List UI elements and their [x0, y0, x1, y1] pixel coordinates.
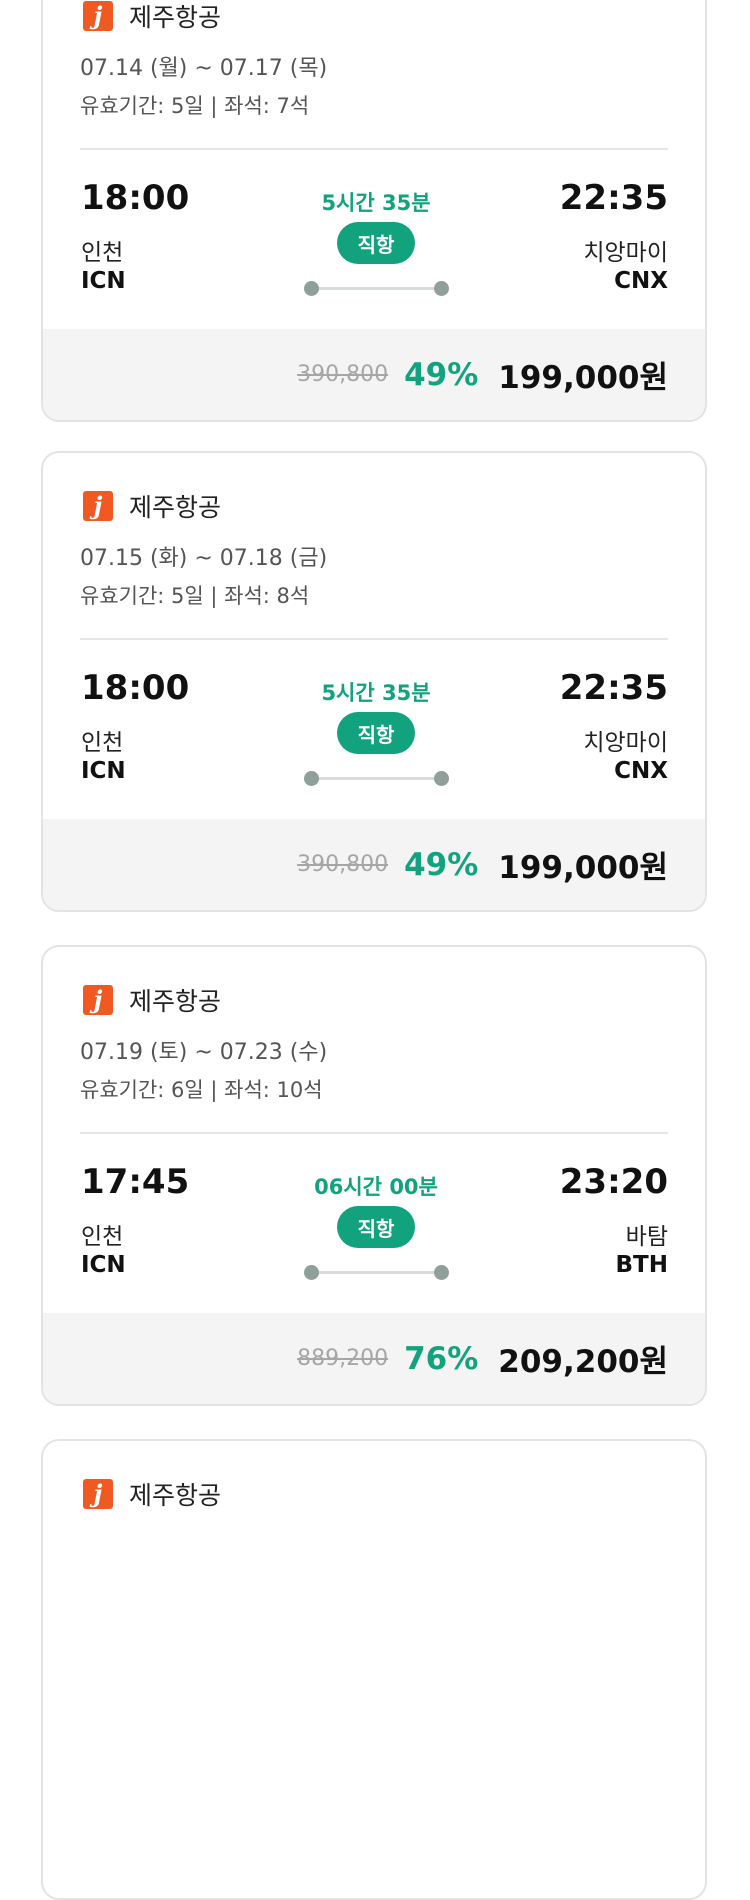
flight-duration: 5시간 35분	[321, 681, 431, 705]
sale-price: 209,200원	[498, 1344, 668, 1380]
route-line	[311, 777, 443, 780]
departure-time: 18:00	[81, 178, 190, 218]
departure-code: ICN	[81, 1252, 126, 1278]
airline-name: 제주항공	[129, 3, 222, 32]
departure-city: 인천	[81, 1224, 124, 1250]
departure-time: 17:45	[81, 1162, 190, 1202]
airline-name: 제주항공	[129, 987, 222, 1016]
original-price: 390,800	[297, 852, 389, 877]
arrival-city: 치앙마이	[583, 730, 668, 756]
departure-code: ICN	[81, 758, 126, 784]
sale-price: 199,000원	[498, 360, 668, 396]
divider	[80, 148, 668, 150]
flight-card[interactable]: j 제주항공	[41, 1439, 707, 1900]
airline-row: j 제주항공	[83, 984, 221, 1016]
validity-seats: 유효기간: 5일 | 좌석: 8석	[80, 584, 310, 608]
route-line	[311, 1271, 443, 1274]
travel-dates: 07.14 (월) ~ 07.17 (목)	[80, 56, 328, 81]
discount-rate: 49%	[404, 356, 479, 393]
flight-card[interactable]: j 제주항공 07.14 (월) ~ 07.17 (목) 유효기간: 5일 | …	[41, 0, 707, 422]
direct-flight-badge: 직항	[337, 712, 415, 754]
flight-card[interactable]: j 제주항공 07.19 (토) ~ 07.23 (수) 유효기간: 6일 | …	[41, 945, 707, 1406]
divider	[80, 638, 668, 640]
jeju-air-logo-icon: j	[83, 1, 113, 31]
route-end-dot-icon	[434, 771, 449, 786]
route-end-dot-icon	[434, 281, 449, 296]
flight-card[interactable]: j 제주항공 07.15 (화) ~ 07.18 (금) 유효기간: 5일 | …	[41, 451, 707, 912]
validity-seats: 유효기간: 6일 | 좌석: 10석	[80, 1078, 323, 1102]
arrival-code: CNX	[614, 268, 668, 294]
arrival-time: 22:35	[559, 668, 668, 708]
airline-row: j 제주항공	[83, 1478, 221, 1510]
route-line	[311, 287, 443, 290]
departure-code: ICN	[81, 268, 126, 294]
airline-name: 제주항공	[129, 1481, 222, 1510]
discount-rate: 49%	[404, 846, 479, 883]
route-start-dot-icon	[304, 281, 319, 296]
divider	[80, 1132, 668, 1134]
price-footer: 390,800 49% 199,000원	[43, 329, 705, 420]
airline-row: j 제주항공	[83, 490, 221, 522]
arrival-city: 치앙마이	[583, 240, 668, 266]
route-start-dot-icon	[304, 1265, 319, 1280]
flight-duration: 5시간 35분	[321, 191, 431, 215]
airline-name: 제주항공	[129, 493, 222, 522]
departure-city: 인천	[81, 730, 124, 756]
price-footer: 390,800 49% 199,000원	[43, 819, 705, 910]
original-price: 889,200	[297, 1346, 389, 1371]
arrival-time: 23:20	[559, 1162, 668, 1202]
route-start-dot-icon	[304, 771, 319, 786]
jeju-air-logo-icon: j	[83, 985, 113, 1015]
arrival-city: 바탐	[625, 1224, 668, 1250]
jeju-air-logo-icon: j	[83, 1479, 113, 1509]
arrival-time: 22:35	[559, 178, 668, 218]
route-end-dot-icon	[434, 1265, 449, 1280]
departure-city: 인천	[81, 240, 124, 266]
arrival-code: CNX	[614, 758, 668, 784]
price-footer: 889,200 76% 209,200원	[43, 1313, 705, 1404]
sale-price: 199,000원	[498, 850, 668, 886]
direct-flight-badge: 직항	[337, 1206, 415, 1248]
departure-time: 18:00	[81, 668, 190, 708]
original-price: 390,800	[297, 362, 389, 387]
airline-row: j 제주항공	[83, 0, 221, 32]
arrival-code: BTH	[615, 1252, 668, 1278]
validity-seats: 유효기간: 5일 | 좌석: 7석	[80, 94, 310, 118]
direct-flight-badge: 직항	[337, 222, 415, 264]
flight-duration: 06시간 00분	[314, 1175, 438, 1199]
travel-dates: 07.15 (화) ~ 07.18 (금)	[80, 546, 328, 571]
discount-rate: 76%	[404, 1340, 479, 1377]
travel-dates: 07.19 (토) ~ 07.23 (수)	[80, 1040, 328, 1065]
jeju-air-logo-icon: j	[83, 491, 113, 521]
